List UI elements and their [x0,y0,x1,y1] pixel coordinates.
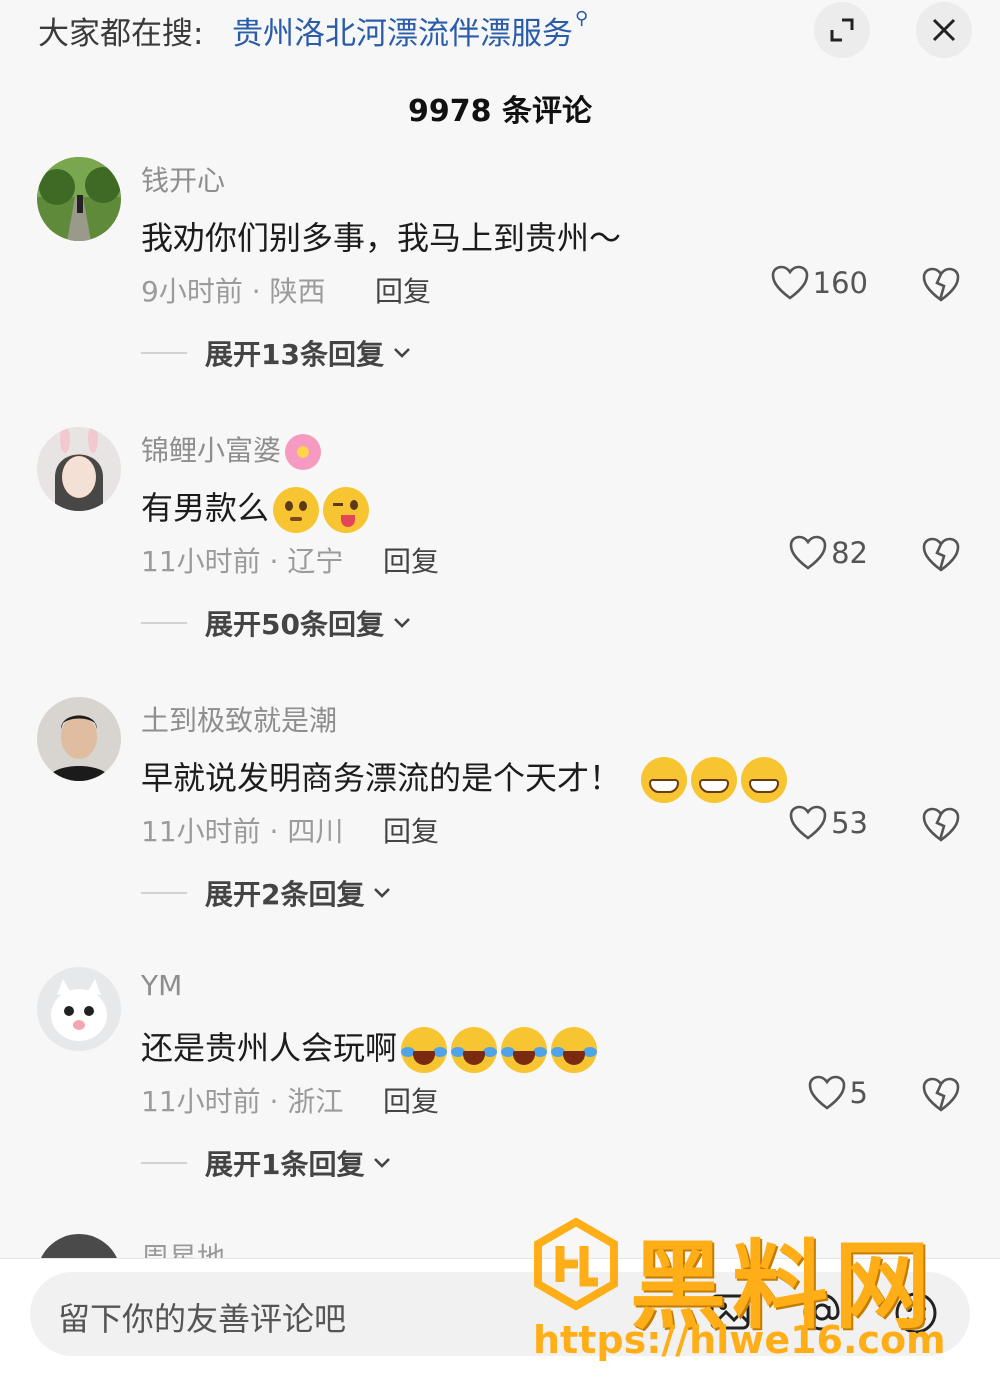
crying-laughing-emoji [451,1027,498,1073]
comment-item: 锦鲤小富婆 有男款么 11小时前 · 辽宁 回复 82 展开50条回复 [0,427,1000,697]
avatar[interactable] [37,427,121,511]
reply-button[interactable]: 回复 [383,540,439,580]
like-count: 5 [849,1076,868,1110]
watermark-logo-icon [530,1217,622,1314]
cherry-blossom-icon [285,434,322,470]
chevron-down-icon [394,618,410,628]
divider [141,352,187,354]
comment-text: 有男款么 [141,483,370,533]
chevron-down-icon [394,348,410,358]
search-icon: ⚲ [575,8,589,29]
heart-icon [789,535,827,570]
expand-replies-label: 展开2条回复 [205,878,365,911]
comment-item: YM 还是贵州人会玩啊 11小时前 · 浙江 回复 5 展开1条回复 [0,967,1000,1237]
like-button[interactable]: 5 [808,1075,868,1111]
expand-replies-label: 展开13条回复 [205,338,384,371]
like-count: 160 [812,266,868,300]
comment-meta: 11小时前 · 浙江 [141,1085,344,1118]
comment-text-content: 早就说发明商务漂流的是个天才！ [141,759,622,797]
pleading-face-emoji [273,487,320,533]
like-count: 53 [831,806,868,840]
comment-text-content: 有男款么 [141,489,270,527]
expand-replies[interactable]: 展开50条回复 [141,603,412,643]
like-button[interactable]: 53 [789,805,868,841]
like-count: 82 [831,536,868,570]
grinning-face-emoji [641,757,688,803]
expand-replies-label: 展开50条回复 [205,608,384,641]
comment-item: 钱开心 我劝你们别多事，我马上到贵州～ 9小时前 · 陕西 回复 160 展开1… [0,157,1000,427]
expand-replies[interactable]: 展开1条回复 [141,1143,392,1183]
close-icon [932,18,956,42]
dislike-button[interactable] [922,267,960,307]
like-button[interactable]: 160 [771,265,868,301]
comment-item: 土到极致就是潮 早就说发明商务漂流的是个天才！ 11小时前 · 四川 回复 53… [0,697,1000,967]
reply-button[interactable]: 回复 [383,810,439,850]
username-text: 锦鲤小富婆 [141,434,282,467]
chevron-down-icon [374,888,391,898]
crying-laughing-emoji [551,1027,598,1073]
search-suggestion-text: 贵州洛北河漂流伴漂服务 [232,16,573,52]
avatar[interactable] [37,967,121,1051]
comment-text: 还是贵州人会玩啊 [141,1023,598,1073]
dislike-button[interactable] [922,537,960,577]
avatar[interactable] [37,157,121,241]
close-button[interactable] [916,2,972,58]
expand-replies-label: 展开1条回复 [205,1148,365,1181]
divider [141,892,187,894]
username[interactable]: 土到极致就是潮 [141,699,337,739]
grinning-face-emoji [691,757,738,803]
comment-text: 早就说发明商务漂流的是个天才！ [141,753,788,803]
grinning-face-emoji [741,757,788,803]
comment-meta: 9小时前 · 陕西 [141,275,326,308]
crying-laughing-emoji [401,1027,448,1073]
username[interactable]: YM [141,969,182,1002]
heart-icon [808,1075,845,1110]
expand-button[interactable] [814,2,870,58]
comment-input-placeholder: 留下你的友善评论吧 [58,1300,347,1338]
avatar[interactable] [37,697,121,781]
expand-replies[interactable]: 展开13条回复 [141,333,412,373]
broken-heart-icon [922,267,960,302]
dislike-button[interactable] [922,807,960,847]
search-suggestion-link[interactable]: 贵州洛北河漂流伴漂服务 ⚲ [232,8,588,53]
chevron-down-icon [374,1158,391,1168]
username[interactable]: 钱开心 [141,159,225,199]
expand-icon [830,18,854,42]
comment-text: 我劝你们别多事，我马上到贵州～ [141,219,622,257]
divider [141,622,187,624]
expand-replies[interactable]: 展开2条回复 [141,873,392,913]
reply-button[interactable]: 回复 [375,270,431,310]
username[interactable]: 锦鲤小富婆 [141,429,322,470]
comment-count: 9978 条评论 [408,94,592,129]
crying-laughing-emoji [501,1027,548,1073]
winking-tongue-emoji [323,487,370,533]
comment-meta: 11小时前 · 四川 [141,815,344,848]
dislike-button[interactable] [922,1077,960,1117]
search-suggestion-label: 大家都在搜: [38,16,204,52]
comment-text-content: 还是贵州人会玩啊 [141,1029,398,1067]
broken-heart-icon [922,1077,960,1112]
broken-heart-icon [922,807,960,842]
watermark-url: https://hlwe16.com [533,1318,946,1362]
heart-icon [789,805,827,840]
broken-heart-icon [922,537,960,572]
heart-icon [771,265,808,300]
like-button[interactable]: 82 [789,535,868,571]
divider [141,1162,187,1164]
comment-meta: 11小时前 · 辽宁 [141,545,344,578]
reply-button[interactable]: 回复 [383,1080,439,1120]
